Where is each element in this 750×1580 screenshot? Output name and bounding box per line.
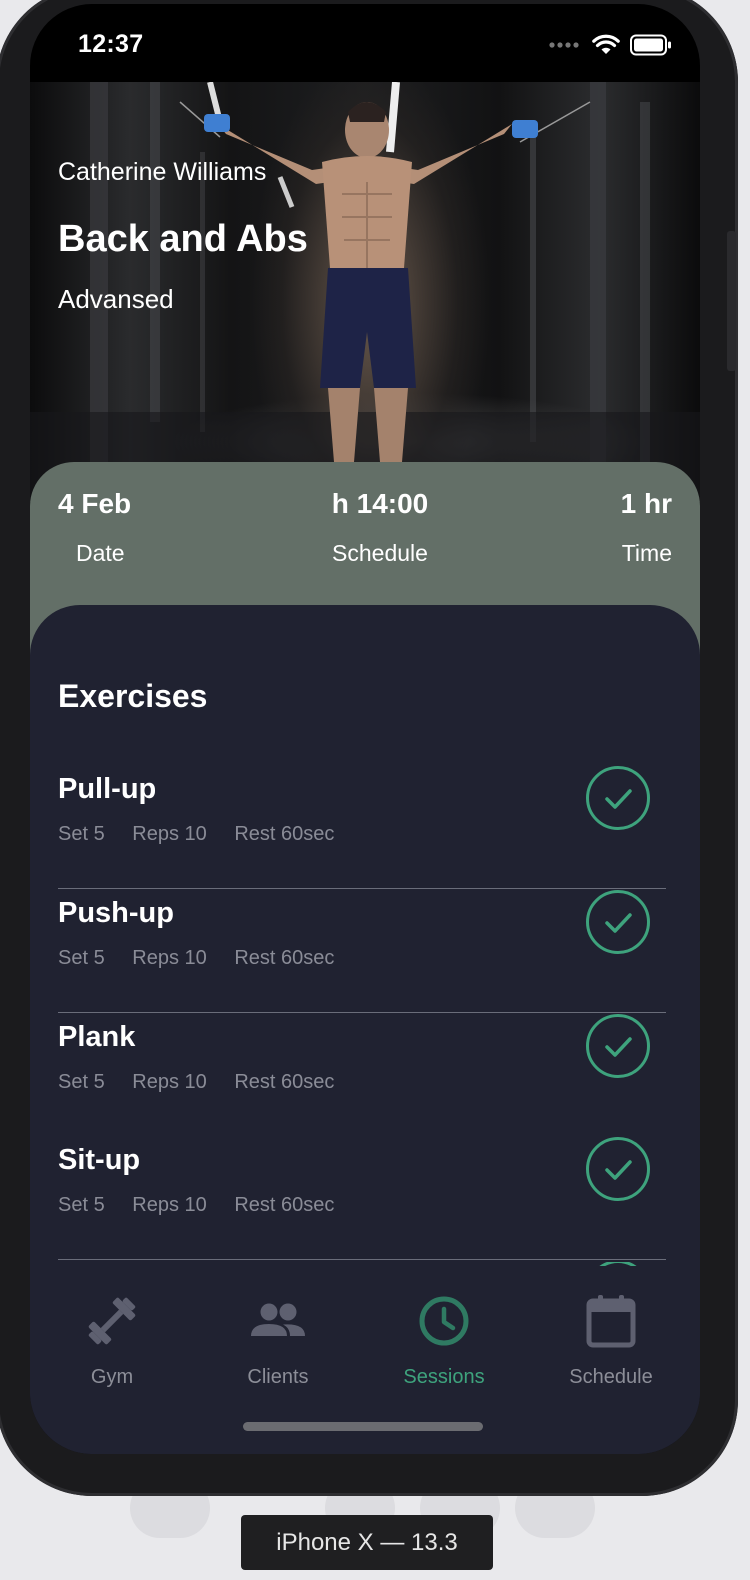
notch <box>178 4 552 56</box>
tab-gym[interactable]: Gym <box>32 1290 192 1389</box>
schedule-value: h 14:00 <box>331 488 429 519</box>
exercise-rest: Rest 60sec <box>234 947 335 969</box>
exercise-sets: Set 5 <box>58 823 105 845</box>
check-circle-icon[interactable] <box>585 765 651 831</box>
exercise-sets: Set 5 <box>58 1194 105 1216</box>
tab-sessions[interactable]: Sessions <box>364 1290 524 1389</box>
tab-gym-label: Gym <box>90 1366 134 1388</box>
exercise-rest: Rest 60sec <box>234 1071 335 1093</box>
exercise-rest: Rest 60sec <box>234 823 335 845</box>
status-time: 12:37 <box>78 30 144 58</box>
calendar-icon <box>586 1295 636 1348</box>
tab-sessions-label: Sessions <box>403 1366 485 1388</box>
exercise-row[interactable]: Sit-up Set 5 Reps 10 Rest 60sec <box>58 1136 666 1260</box>
exercise-meta: Set 5 Reps 10 Rest 60sec <box>58 1071 356 1094</box>
time-value: 1 hr <box>620 488 672 519</box>
date-value: 4 Feb <box>58 488 132 519</box>
exercise-row[interactable]: Pull-up Set 5 Reps 10 Rest 60sec <box>58 765 666 889</box>
exercise-reps: Reps 10 <box>132 947 207 969</box>
clock-icon <box>419 1296 469 1346</box>
exercise-reps: Reps 10 <box>132 823 207 845</box>
people-icon <box>251 1303 305 1336</box>
tab-clients[interactable]: Clients <box>198 1290 358 1389</box>
check-circle-icon[interactable] <box>585 889 651 955</box>
exercise-rest: Rest 60sec <box>234 1194 335 1216</box>
status-icons <box>548 34 672 56</box>
exercise-row[interactable]: Push-up Set 5 Reps 10 Rest 60sec <box>58 889 666 1013</box>
client-name: Catherine Williams <box>58 158 267 186</box>
tab-schedule-label: Schedule <box>569 1366 653 1388</box>
app-screen: 12:37 Catherine Williams Back and Abs Ad… <box>30 4 700 1454</box>
wifi-icon <box>592 34 620 54</box>
check-circle-icon[interactable] <box>585 1013 651 1079</box>
time-label: Time <box>621 540 672 566</box>
exercise-name: Plank <box>58 1021 136 1053</box>
workout-level: Advansed <box>58 284 174 314</box>
iphone-frame: 12:37 Catherine Williams Back and Abs Ad… <box>0 0 738 1496</box>
check-circle-icon[interactable] <box>585 1136 651 1202</box>
home-indicator <box>243 1422 483 1431</box>
info-date: 4 Feb Date <box>58 488 131 567</box>
exercise-reps: Reps 10 <box>132 1071 207 1093</box>
workout-hero-image: Catherine Williams Back and Abs Advansed <box>30 82 700 502</box>
exercise-sets: Set 5 <box>58 1071 105 1093</box>
exercise-sets: Set 5 <box>58 947 105 969</box>
tab-schedule[interactable]: Schedule <box>531 1290 691 1389</box>
date-label: Date <box>76 540 125 566</box>
info-schedule: h 14:00 Schedule <box>320 488 440 567</box>
exercise-name: Pull-up <box>58 773 157 805</box>
schedule-label: Schedule <box>332 540 428 566</box>
dumbbell-icon <box>88 1297 136 1345</box>
workout-title: Back and Abs <box>58 218 308 260</box>
side-button <box>727 231 736 371</box>
exercise-meta: Set 5 Reps 10 Rest 60sec <box>58 1194 356 1217</box>
info-time: 1 hr Time <box>621 488 672 567</box>
exercise-meta: Set 5 Reps 10 Rest 60sec <box>58 823 356 846</box>
exercise-meta: Set 5 Reps 10 Rest 60sec <box>58 947 356 970</box>
battery-icon <box>630 34 671 56</box>
simulator-device-label: iPhone X — 13.3 <box>241 1515 493 1570</box>
tab-clients-label: Clients <box>247 1366 309 1388</box>
exercises-title: Exercises <box>58 678 208 714</box>
exercise-reps: Reps 10 <box>132 1194 207 1216</box>
exercise-name: Push-up <box>58 897 174 929</box>
exercise-name: Sit-up <box>58 1144 141 1176</box>
cellular-signal-icon <box>549 42 579 48</box>
exercise-row[interactable]: Plank Set 5 Reps 10 Rest 60sec <box>58 1013 666 1137</box>
